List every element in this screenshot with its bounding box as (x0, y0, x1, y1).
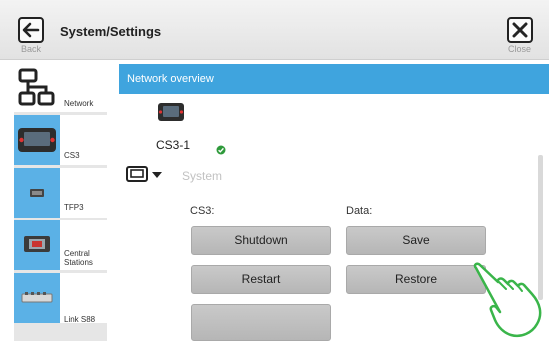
central-station-icon (24, 236, 50, 252)
title-bar: Back System/Settings Close (0, 0, 549, 60)
device-cs3[interactable] (157, 101, 185, 128)
back-button[interactable] (18, 17, 44, 43)
sidebar-item-label: TFP3 (64, 203, 84, 212)
sidebar-item-label: Link S88 (64, 315, 96, 324)
sidebar-item-label: Central Stations (64, 249, 93, 267)
sidebar: Network CS3 TFP3 Central Stations Link S… (14, 62, 107, 341)
sidebar-item-cs3[interactable]: CS3 (14, 115, 107, 165)
sidebar-item-label: CS3 (64, 151, 80, 160)
network-icon (18, 68, 55, 106)
system-label: System (182, 169, 223, 183)
save-button[interactable]: Save (346, 226, 486, 255)
settings-screen: Back System/Settings Close Network CS3 T… (0, 0, 549, 341)
section-title: Network overview (127, 73, 214, 85)
close-button[interactable] (507, 17, 533, 43)
restart-button[interactable]: Restart (191, 265, 331, 294)
shutdown-button[interactable]: Shutdown (191, 226, 331, 255)
arrow-left-icon (22, 22, 40, 38)
pointing-hand-icon (473, 262, 542, 338)
device-name: CS3-1 (156, 138, 191, 152)
cs3-column-label: CS3: (190, 205, 215, 217)
section-header: Network overview (119, 64, 549, 94)
sidebar-item-network[interactable]: Network (14, 62, 107, 112)
sidebar-item-central-stations[interactable]: Central Stations (14, 220, 107, 270)
central-station-icon (18, 128, 56, 152)
sidebar-item-link-s88[interactable]: Link S88 (14, 273, 107, 324)
back-label: Back (21, 44, 42, 54)
central-station-icon (158, 103, 184, 121)
partial-button[interactable] (191, 304, 331, 341)
data-column-label: Data: (346, 205, 373, 217)
chevron-down-icon (152, 172, 162, 178)
close-icon (512, 22, 528, 38)
sidebar-item-tfp3[interactable]: TFP3 (14, 168, 107, 218)
sidebar-item-label: Network (64, 99, 94, 108)
page-title: System/Settings (60, 24, 162, 39)
close-label: Close (508, 44, 532, 54)
restore-button[interactable]: Restore (346, 265, 486, 294)
device-icon (126, 166, 148, 182)
status-ok-icon (216, 142, 226, 160)
tfp3-icon (30, 189, 44, 197)
link-s88-icon (21, 292, 53, 303)
